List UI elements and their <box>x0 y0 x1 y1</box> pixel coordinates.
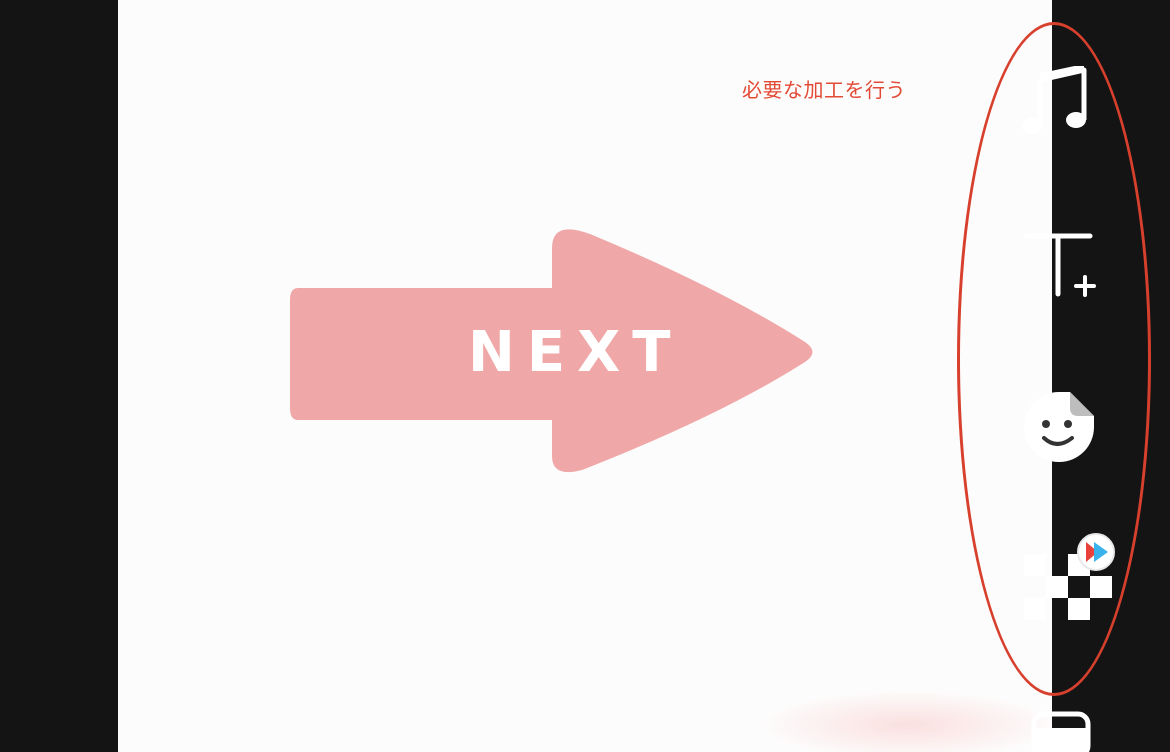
music-note-icon <box>1022 66 1087 134</box>
add-text-icon <box>1023 233 1096 297</box>
sticker-icon <box>1024 392 1094 462</box>
video-editor-screen: NEXT 必要な加工を行う <box>0 0 1170 752</box>
music-button[interactable] <box>1018 66 1092 140</box>
annotation-note: 必要な加工を行う <box>742 78 906 102</box>
next-label: NEXT <box>468 320 683 385</box>
template-button[interactable] <box>1030 710 1092 752</box>
effects-button[interactable] <box>1020 528 1120 628</box>
add-text-button[interactable] <box>1020 228 1100 302</box>
effects-icon <box>1024 533 1115 620</box>
template-icon <box>1031 711 1091 752</box>
sticker-button[interactable] <box>1020 388 1098 466</box>
canvas-glow <box>758 690 1052 752</box>
